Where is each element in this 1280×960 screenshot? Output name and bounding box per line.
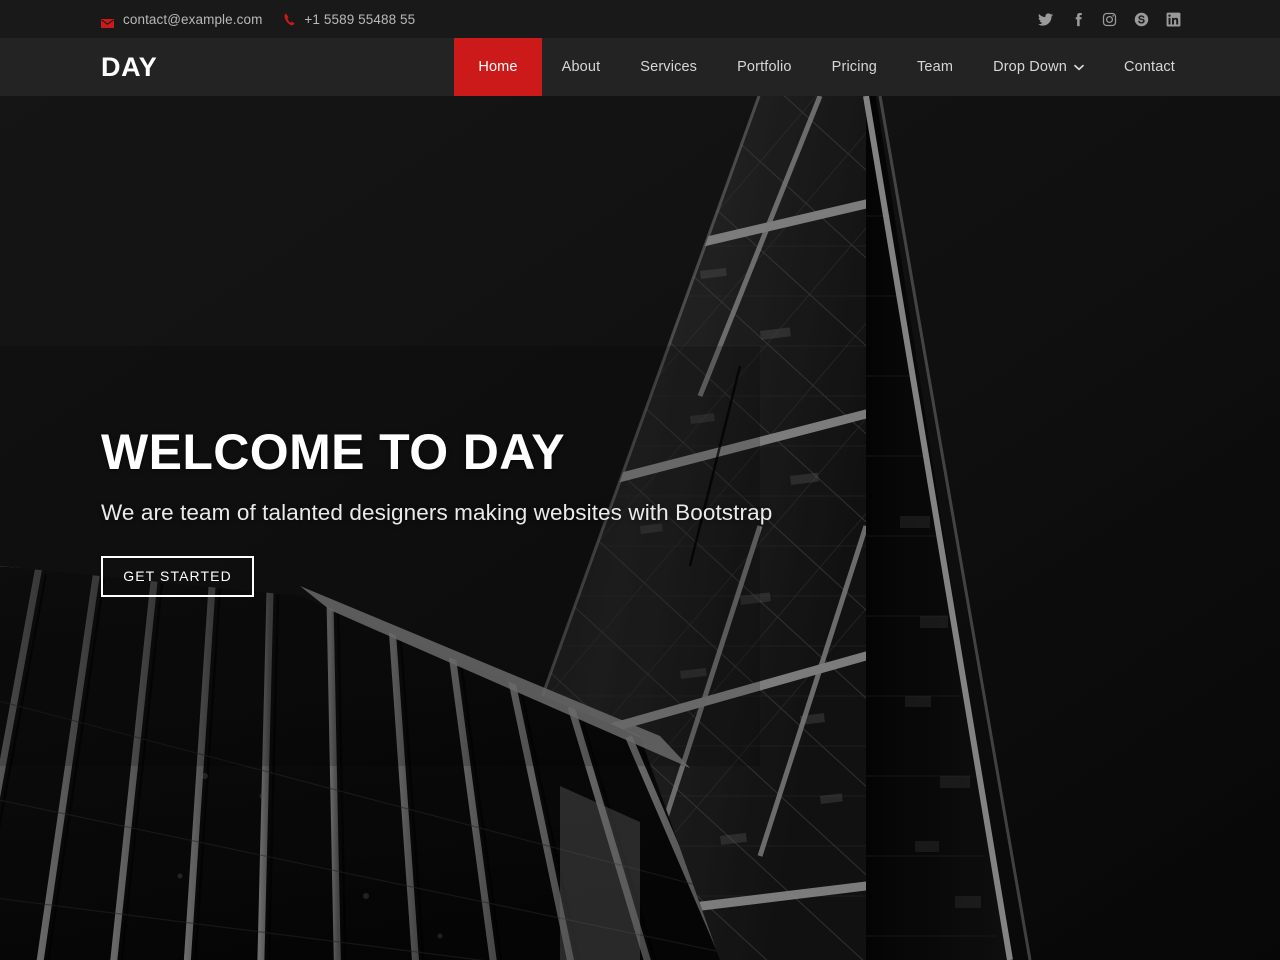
- nav-menu: Home About Services Portfolio Pricing Te…: [454, 38, 1195, 96]
- nav-item-portfolio[interactable]: Portfolio: [717, 38, 812, 96]
- social-links-group: [1038, 12, 1181, 27]
- nav-item-portfolio-label: Portfolio: [737, 59, 792, 75]
- linkedin-icon[interactable]: [1166, 12, 1181, 27]
- nav-item-team[interactable]: Team: [897, 38, 973, 96]
- nav-item-about-label: About: [561, 59, 601, 75]
- email-contact-link[interactable]: contact@example.com: [101, 11, 263, 28]
- page-root: contact@example.com +1 5589 55488 55 DAY…: [0, 0, 1280, 960]
- nav-item-home[interactable]: Home: [454, 38, 542, 96]
- top-contact-bar: contact@example.com +1 5589 55488 55: [0, 0, 1280, 38]
- nav-item-home-label: Home: [478, 59, 518, 75]
- nav-item-dropdown[interactable]: Drop Down: [973, 38, 1104, 96]
- twitter-icon[interactable]: [1038, 12, 1053, 27]
- nav-item-team-label: Team: [917, 59, 954, 75]
- nav-item-services[interactable]: Services: [620, 38, 717, 96]
- phone-text: +1 5589 55488 55: [304, 11, 416, 27]
- site-logo[interactable]: DAY: [101, 53, 157, 81]
- facebook-icon[interactable]: [1070, 12, 1085, 27]
- main-navigation-bar: DAY Home About Services Portfolio Pricin…: [0, 38, 1280, 96]
- hero-subtitle: We are team of talanted designers making…: [101, 499, 773, 525]
- nav-item-about[interactable]: About: [542, 38, 621, 96]
- nav-item-contact[interactable]: Contact: [1104, 38, 1195, 96]
- phone-contact-link[interactable]: +1 5589 55488 55: [284, 12, 415, 27]
- instagram-icon[interactable]: [1102, 12, 1117, 27]
- nav-item-services-label: Services: [640, 59, 698, 75]
- nav-item-dropdown-label: Drop Down: [993, 59, 1067, 75]
- nav-item-pricing[interactable]: Pricing: [812, 38, 897, 96]
- hero-section: WELCOME TO DAY We are team of talanted d…: [0, 96, 1280, 960]
- chevron-down-icon: [1074, 63, 1084, 74]
- get-started-button[interactable]: GET STARTED: [101, 555, 254, 597]
- nav-item-contact-label: Contact: [1123, 59, 1175, 75]
- hero-title: WELCOME TO DAY: [101, 424, 565, 480]
- envelope-icon: [101, 15, 114, 28]
- topbar-contact-group: contact@example.com +1 5589 55488 55: [101, 11, 415, 28]
- email-text: contact@example.com: [123, 11, 263, 27]
- skype-icon[interactable]: [1134, 12, 1149, 27]
- nav-item-pricing-label: Pricing: [831, 59, 878, 75]
- hero-content: WELCOME TO DAY We are team of talanted d…: [101, 426, 772, 597]
- phone-icon: [284, 13, 295, 26]
